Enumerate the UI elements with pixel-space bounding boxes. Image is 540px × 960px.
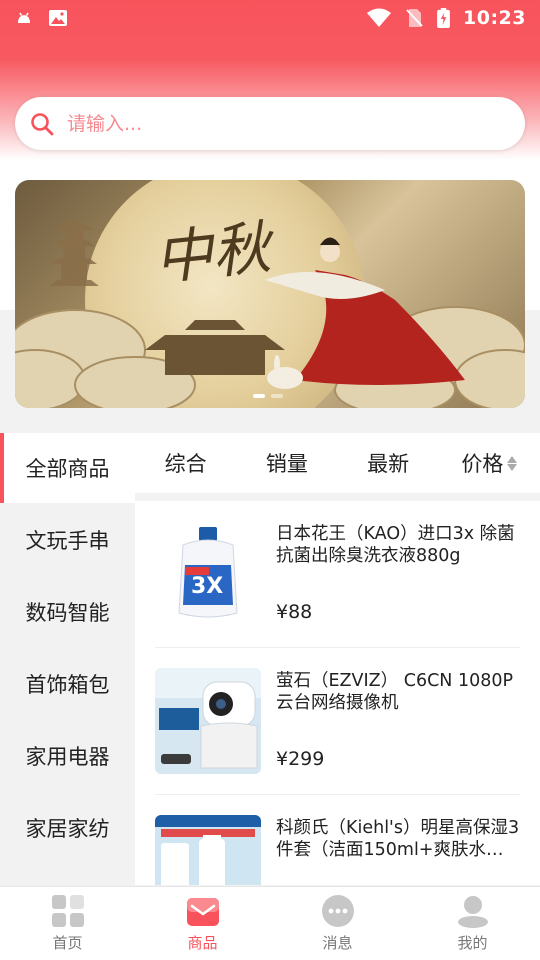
category-label: 首饰箱包	[25, 673, 110, 697]
image-icon	[49, 10, 67, 26]
category-label: 文玩手串	[25, 529, 110, 553]
sort-tab-sales[interactable]: 销量	[236, 448, 337, 478]
wifi-icon	[367, 8, 392, 27]
nav-profile[interactable]: 我的	[405, 887, 540, 960]
sort-tab-label: 价格	[461, 452, 504, 476]
banner-artwork: 中秋	[15, 213, 525, 408]
banner-dot	[271, 394, 283, 398]
nav-label: 商品	[187, 934, 218, 952]
product-name: 萤石（EZVIZ） C6CN 1080P云台网络摄像机	[276, 671, 514, 713]
message-icon	[321, 895, 354, 927]
product-name: 日本花王（KAO）进口3x 除菌抗菌出除臭洗衣液880g	[276, 524, 515, 566]
product-name: 科颜氏（Kiehl's）明星高保湿3件套（洁面150ml+爽肤水250ml+面霜…	[276, 818, 520, 860]
sort-tab-comprehensive[interactable]: 综合	[135, 448, 236, 478]
home-grid-icon	[51, 895, 84, 927]
category-sidebar: 全部商品 文玩手串 数码智能 首饰箱包 家用电器 家居家纺	[0, 433, 135, 885]
bottom-nav: 首页 商品 消息 我的	[0, 886, 540, 960]
nav-home[interactable]: 首页	[0, 887, 135, 960]
category-item-digital[interactable]: 数码智能	[0, 577, 135, 647]
product-price: ¥88	[276, 601, 313, 623]
sort-arrows-icon	[507, 455, 518, 471]
product-item[interactable]: 科颜氏（Kiehl's）明星高保湿3件套（洁面150ml+爽肤水250ml+面霜…	[155, 795, 520, 885]
product-image	[155, 815, 261, 885]
search-input[interactable]	[67, 112, 467, 135]
sort-tab-label: 销量	[265, 452, 308, 476]
category-item-collectibles[interactable]: 文玩手串	[0, 505, 135, 575]
category-label: 家用电器	[25, 745, 110, 769]
nav-label: 我的	[457, 934, 488, 952]
category-item-all[interactable]: 全部商品	[0, 433, 135, 503]
category-item-home-textiles[interactable]: 家居家纺	[0, 793, 135, 863]
product-list: 3X 日本花王（KAO）进口3x 除菌抗菌出除臭洗衣液880g ¥88 萤石（E…	[135, 501, 540, 885]
category-label: 数码智能	[25, 601, 110, 625]
category-label: 家居家纺	[25, 817, 110, 841]
banner-dot-active	[253, 394, 265, 398]
category-item-jewelry-bags[interactable]: 首饰箱包	[0, 649, 135, 719]
sort-tabs: 综合 销量 最新 价格	[135, 433, 540, 493]
nav-goods[interactable]: 商品	[135, 887, 270, 960]
android-icon	[18, 12, 30, 23]
product-item[interactable]: 萤石（EZVIZ） C6CN 1080P云台网络摄像机 ¥299	[155, 648, 520, 795]
sort-tab-newest[interactable]: 最新	[338, 448, 439, 478]
product-image	[155, 668, 261, 774]
svg-text:3X: 3X	[191, 574, 223, 599]
search-icon	[31, 112, 54, 135]
no-sim-icon	[406, 9, 423, 27]
battery-charging-icon	[437, 8, 450, 28]
sort-tab-label: 综合	[164, 452, 207, 476]
search-bar[interactable]	[15, 97, 525, 150]
nav-messages[interactable]: 消息	[270, 887, 405, 960]
status-bar: 10:23	[0, 0, 540, 36]
nav-label: 消息	[322, 934, 353, 952]
svg-text:中秋: 中秋	[151, 213, 279, 293]
product-price: ¥299	[276, 748, 325, 770]
category-item-appliances[interactable]: 家用电器	[0, 721, 135, 791]
goods-icon	[186, 898, 219, 926]
sort-tab-price[interactable]: 价格	[439, 448, 540, 478]
status-time: 10:23	[463, 7, 526, 29]
promo-banner[interactable]: 中秋	[15, 180, 525, 408]
banner-pagination	[253, 394, 283, 398]
profile-icon	[457, 896, 488, 928]
sort-tab-label: 最新	[367, 452, 410, 476]
category-label: 全部商品	[25, 457, 110, 481]
product-image: 3X	[155, 521, 261, 627]
nav-label: 首页	[52, 934, 83, 952]
product-item[interactable]: 3X 日本花王（KAO）进口3x 除菌抗菌出除臭洗衣液880g ¥88	[155, 501, 520, 648]
